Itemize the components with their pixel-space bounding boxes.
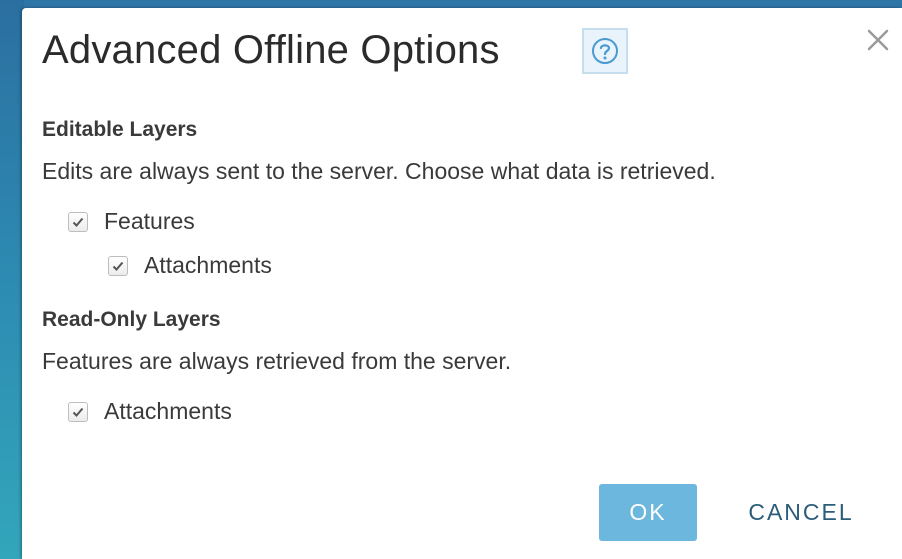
editable-attachments-checkbox[interactable]	[108, 255, 128, 276]
close-icon[interactable]	[864, 26, 892, 54]
advanced-offline-options-dialog: Advanced Offline Options Editable Layers…	[22, 8, 902, 559]
help-question-icon-glyph	[592, 38, 618, 64]
editable-layers-heading: Editable Layers	[42, 118, 198, 141]
editable-attachments-checkbox-option[interactable]: Attachments	[108, 252, 272, 279]
checkmark-icon	[72, 217, 84, 227]
readonly-layers-description: Features are always retrieved from the s…	[42, 348, 512, 374]
features-label: Features	[104, 208, 195, 234]
ok-button[interactable]: OK	[599, 484, 697, 541]
editable-layers-description: Edits are always sent to the server. Cho…	[42, 158, 716, 184]
editable-attachments-label: Attachments	[144, 252, 272, 278]
readonly-attachments-checkbox-option[interactable]: Attachments	[68, 398, 232, 425]
cancel-button[interactable]: CANCEL	[726, 484, 876, 541]
features-checkbox-option[interactable]: Features	[68, 208, 195, 235]
checkmark-icon	[112, 261, 124, 271]
readonly-attachments-checkbox[interactable]	[68, 401, 88, 422]
readonly-attachments-label: Attachments	[104, 398, 232, 424]
readonly-layers-heading: Read-Only Layers	[42, 308, 221, 331]
features-checkbox[interactable]	[68, 211, 88, 232]
help-question-icon[interactable]	[582, 28, 628, 74]
page-backdrop	[0, 0, 24, 559]
dialog-title: Advanced Offline Options	[42, 28, 500, 72]
checkmark-icon	[72, 407, 84, 417]
